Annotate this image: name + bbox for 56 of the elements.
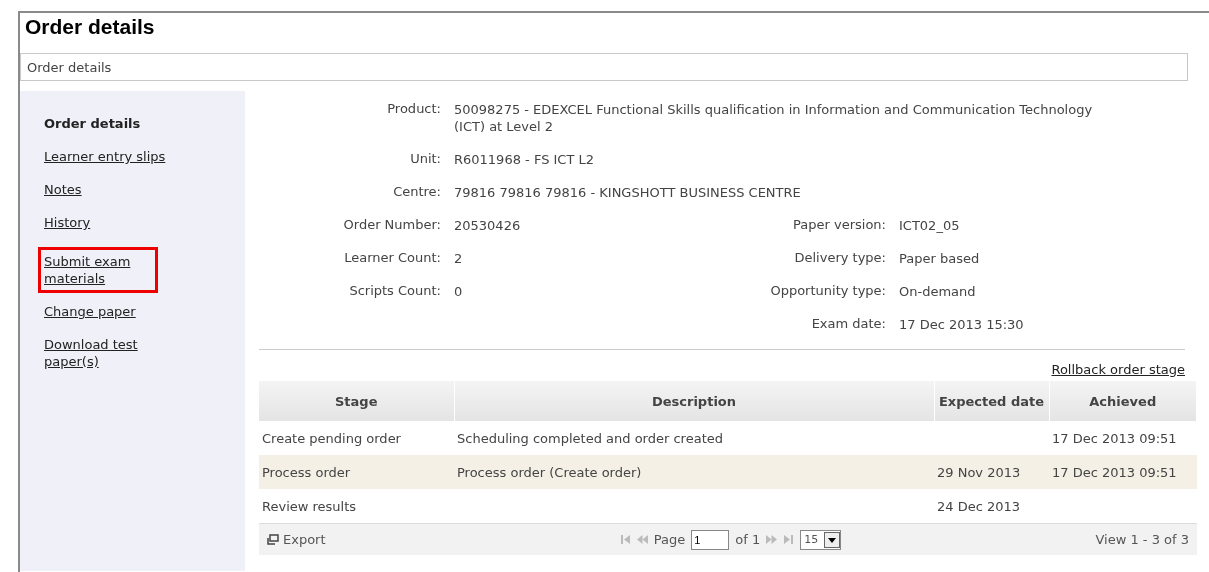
first-page-icon[interactable] xyxy=(619,535,631,544)
view-count: View 1 - 3 of 3 xyxy=(1095,532,1189,547)
field-value: 2 xyxy=(454,250,464,267)
field-label: Scripts Count: xyxy=(348,283,441,300)
page-size-select[interactable]: 15 xyxy=(800,529,842,550)
sidebar-link[interactable]: History xyxy=(44,214,174,231)
field-label: Paper version: xyxy=(792,217,886,234)
field-value: 17 Dec 2013 15:30 xyxy=(899,316,1025,333)
table-cell: Review results xyxy=(262,498,357,514)
field-label: Exam date: xyxy=(810,316,886,333)
field-value: R6011968 - FS ICT L2 xyxy=(454,151,596,168)
field-value: 0 xyxy=(454,283,464,300)
next-page-icon[interactable] xyxy=(766,535,778,544)
table-cell: 24 Dec 2013 xyxy=(937,498,1021,514)
field-value: 50098275 - EDEXCEL Functional Skills qualification in Information and Communication Technology (ICT) at Level 2 xyxy=(454,101,1094,135)
table-cell: 29 Nov 2013 xyxy=(937,464,1021,480)
table-cell: Scheduling completed and order created xyxy=(457,430,723,446)
page-input[interactable]: 1 xyxy=(691,529,730,550)
sidebar-link[interactable]: Notes xyxy=(44,181,174,198)
sidebar-link[interactable]: Change paper xyxy=(44,303,174,320)
breadcrumb: Order details xyxy=(20,53,1188,81)
field-label: Centre: xyxy=(392,184,441,201)
table-cell: Create pending order xyxy=(262,430,401,446)
field-label: Delivery type: xyxy=(793,250,886,267)
sidebar-link[interactable]: Download test paper(s) xyxy=(44,336,174,370)
sidebar-link[interactable]: Submit exam materials xyxy=(38,247,158,293)
export-icon xyxy=(267,534,279,545)
column-header[interactable]: Stage xyxy=(259,381,454,421)
table-cell: 17 Dec 2013 09:51 xyxy=(1052,430,1177,446)
previous-page-icon[interactable] xyxy=(636,535,648,544)
column-header[interactable]: Achieved xyxy=(1049,381,1197,421)
column-header[interactable]: Expected date xyxy=(934,381,1049,421)
field-value: 20530426 xyxy=(454,217,522,234)
last-page-icon[interactable] xyxy=(783,535,795,544)
page-title: Order details xyxy=(24,14,156,40)
rollback-link[interactable]: Rollback order stage xyxy=(1051,362,1185,377)
field-label: Unit: xyxy=(409,151,441,168)
table-cell: 17 Dec 2013 09:51 xyxy=(1052,464,1177,480)
table-cell: Process order (Create order) xyxy=(457,464,642,480)
sidebar-link[interactable]: Learner entry slips xyxy=(44,148,174,165)
field-value: 79816 79816 79816 - KINGSHOTT BUSINESS CENTRE xyxy=(454,184,802,201)
field-label: Order Number: xyxy=(342,217,441,234)
field-label: Opportunity type: xyxy=(769,283,886,300)
field-label: Learner Count: xyxy=(343,250,441,267)
export-button[interactable]: Export xyxy=(267,532,326,547)
field-value: ICT02_05 xyxy=(899,217,961,234)
dropdown-icon xyxy=(824,531,841,548)
field-value: On-demand xyxy=(899,283,977,300)
field-value: Paper based xyxy=(899,250,981,267)
table-row[interactable]: Create pending order Scheduling completed and order created 17 Dec 2013 09:51 xyxy=(259,421,1197,455)
column-header[interactable]: Description xyxy=(454,381,934,421)
page-label: Page xyxy=(653,532,686,547)
sidebar-link[interactable]: Order details xyxy=(44,115,174,132)
table-cell: Process order xyxy=(262,464,351,480)
field-label: Product: xyxy=(386,101,441,118)
page-count: of 1 xyxy=(735,532,761,547)
